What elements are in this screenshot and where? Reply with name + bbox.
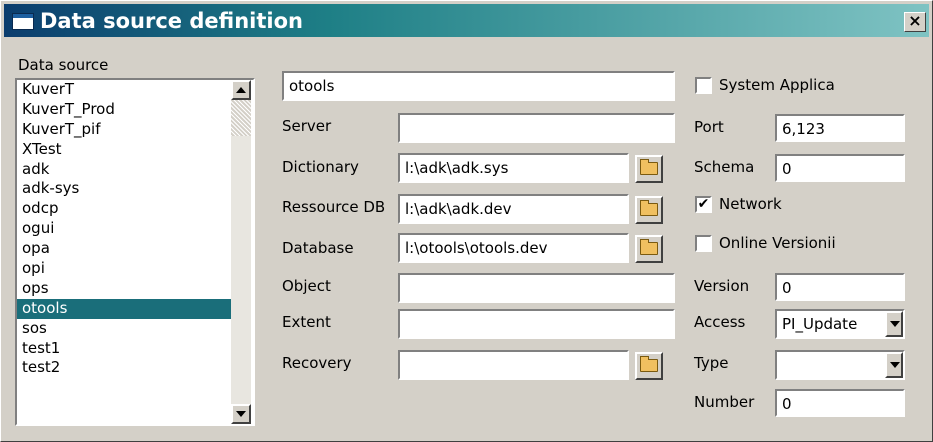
server-label: Server bbox=[282, 117, 332, 135]
list-item[interactable]: XTest bbox=[17, 140, 231, 160]
recovery-input[interactable] bbox=[398, 350, 629, 380]
online-versioning-label: Online Versionii bbox=[719, 234, 836, 252]
folder-icon bbox=[640, 159, 658, 175]
list-item[interactable]: test1 bbox=[17, 339, 231, 359]
list-item[interactable]: KuverT_Prod bbox=[17, 100, 231, 120]
list-item[interactable]: KuverT_pif bbox=[17, 120, 231, 140]
ressource-browse-button[interactable] bbox=[635, 196, 663, 224]
database-label: Database bbox=[282, 239, 354, 257]
dictionary-browse-button[interactable] bbox=[635, 155, 663, 183]
system-application-label: System Applica bbox=[719, 76, 835, 94]
schema-input[interactable]: 0 bbox=[775, 154, 905, 182]
extent-input[interactable] bbox=[398, 309, 675, 339]
close-button[interactable]: × bbox=[904, 12, 926, 32]
window-title: Data source definition bbox=[40, 9, 303, 33]
number-label: Number bbox=[694, 393, 755, 411]
datasource-label: Data source bbox=[18, 56, 109, 74]
datasource-list: KuverT KuverT_Prod KuverT_pif XTest adk adk-s… bbox=[17, 80, 231, 378]
scroll-thumb[interactable] bbox=[231, 100, 251, 136]
schema-label: Schema bbox=[694, 158, 755, 176]
type-dropdown-button[interactable] bbox=[885, 352, 903, 378]
scroll-up-button[interactable] bbox=[231, 80, 251, 100]
type-select[interactable] bbox=[775, 350, 905, 380]
folder-icon bbox=[640, 239, 658, 255]
list-item[interactable]: ops bbox=[17, 279, 231, 299]
ressource-label: Ressource DB bbox=[282, 198, 386, 216]
network-checkbox[interactable]: ✔ bbox=[695, 196, 712, 213]
type-label: Type bbox=[694, 354, 729, 372]
folder-icon bbox=[640, 356, 658, 372]
dialog-window: Data source definition × Data source Kuv… bbox=[0, 0, 933, 442]
vertical-scrollbar[interactable] bbox=[231, 80, 251, 424]
folder-icon bbox=[640, 200, 658, 216]
list-item[interactable]: odcp bbox=[17, 199, 231, 219]
list-item[interactable]: test2 bbox=[17, 358, 231, 378]
title-bar[interactable]: Data source definition × bbox=[4, 4, 929, 37]
port-input[interactable]: 6,123 bbox=[775, 114, 905, 142]
chevron-down-icon bbox=[890, 321, 900, 327]
dictionary-input[interactable]: l:\adk\adk.sys bbox=[398, 153, 629, 183]
list-item[interactable]: opi bbox=[17, 259, 231, 279]
datasource-name-input[interactable]: otools bbox=[282, 71, 675, 101]
list-item[interactable]: otools bbox=[17, 298, 231, 319]
server-input[interactable] bbox=[398, 113, 675, 143]
system-application-checkbox[interactable] bbox=[695, 77, 712, 94]
online-versioning-checkbox[interactable] bbox=[695, 235, 712, 252]
list-item[interactable]: KuverT bbox=[17, 80, 231, 100]
dictionary-label: Dictionary bbox=[282, 158, 359, 176]
access-select[interactable]: PI_Update bbox=[775, 309, 905, 339]
object-input[interactable] bbox=[398, 273, 675, 303]
access-value: PI_Update bbox=[782, 315, 858, 333]
list-item[interactable]: ogui bbox=[17, 219, 231, 239]
number-input[interactable]: 0 bbox=[775, 389, 905, 417]
list-item[interactable]: sos bbox=[17, 319, 231, 339]
database-browse-button[interactable] bbox=[635, 235, 663, 263]
version-input[interactable]: 0 bbox=[775, 273, 905, 301]
access-label: Access bbox=[694, 313, 746, 331]
window-icon bbox=[12, 13, 34, 30]
recovery-browse-button[interactable] bbox=[635, 352, 663, 380]
version-label: Version bbox=[694, 277, 750, 295]
scroll-down-button[interactable] bbox=[231, 404, 251, 424]
arrow-up-icon bbox=[236, 87, 246, 93]
datasource-listbox[interactable]: KuverT KuverT_Prod KuverT_pif XTest adk adk-s… bbox=[15, 78, 255, 426]
list-item[interactable]: adk-sys bbox=[17, 179, 231, 199]
ressource-input[interactable]: l:\adk\adk.dev bbox=[398, 194, 629, 224]
list-item[interactable]: opa bbox=[17, 239, 231, 259]
chevron-down-icon bbox=[890, 362, 900, 368]
network-label: Network bbox=[719, 195, 782, 213]
arrow-down-icon bbox=[236, 411, 246, 417]
extent-label: Extent bbox=[282, 313, 331, 331]
object-label: Object bbox=[282, 277, 331, 295]
port-label: Port bbox=[694, 118, 724, 136]
recovery-label: Recovery bbox=[282, 354, 352, 372]
list-item[interactable]: adk bbox=[17, 160, 231, 180]
database-input[interactable]: l:\otools\otools.dev bbox=[398, 233, 629, 263]
access-dropdown-button[interactable] bbox=[885, 311, 903, 337]
